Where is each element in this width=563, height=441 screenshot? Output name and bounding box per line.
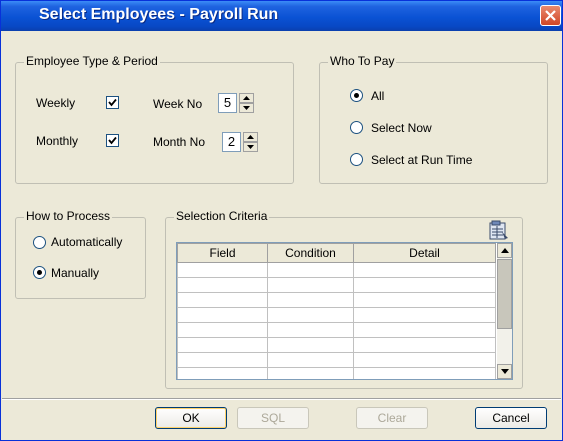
cancel-button[interactable]: Cancel [475, 407, 547, 429]
week-no-label: Week No [153, 97, 203, 111]
selection-criteria-grid[interactable]: Field Condition Detail [176, 242, 513, 380]
field-column-header[interactable]: Field [177, 243, 268, 263]
payroll-run-dialog: Select Employees - Payroll Run Employee … [0, 0, 563, 441]
table-row[interactable] [177, 277, 496, 293]
close-icon [545, 10, 556, 21]
month-no-up-button[interactable] [243, 132, 258, 142]
ok-button[interactable]: OK [155, 407, 227, 429]
grid-options-icon[interactable] [489, 220, 510, 241]
select-now-label: Select Now [371, 121, 432, 135]
window-title: Select Employees - Payroll Run [39, 6, 279, 23]
select-at-run-time-label: Select at Run Time [371, 153, 473, 167]
automatically-radio[interactable] [33, 236, 46, 249]
all-label: All [371, 89, 385, 103]
checkmark-icon [108, 136, 117, 145]
grid-scrollbar[interactable] [497, 243, 512, 379]
table-row[interactable] [177, 307, 496, 323]
table-row[interactable] [177, 352, 496, 368]
condition-column-header[interactable]: Condition [267, 243, 354, 263]
month-no-field[interactable]: 2 [222, 132, 241, 152]
monthly-checkbox[interactable] [106, 134, 119, 147]
week-no-spinner[interactable] [239, 93, 254, 113]
manually-radio[interactable] [33, 266, 46, 279]
select-at-run-time-radio[interactable] [350, 153, 363, 166]
monthly-label: Monthly [36, 134, 79, 148]
who-to-pay-legend: Who To Pay [328, 54, 397, 68]
selection-criteria-legend: Selection Criteria [174, 209, 270, 223]
checkmark-icon [108, 98, 117, 107]
sql-button[interactable]: SQL [237, 407, 309, 429]
weekly-checkbox[interactable] [106, 96, 119, 109]
table-row[interactable] [177, 292, 496, 308]
button-separator [2, 398, 561, 400]
arrow-down-icon [247, 145, 254, 149]
arrow-up-icon [243, 96, 250, 100]
scroll-up-button[interactable] [497, 243, 512, 258]
title-bar[interactable]: Select Employees - Payroll Run [1, 1, 562, 31]
employee-type-period-group: Employee Type & Period [15, 54, 294, 184]
scroll-down-button[interactable] [497, 364, 512, 379]
arrow-up-icon [501, 248, 509, 253]
automatically-label: Automatically [51, 235, 123, 249]
all-radio[interactable] [350, 89, 363, 102]
table-row[interactable] [177, 262, 496, 278]
clear-button[interactable]: Clear [356, 407, 428, 429]
how-to-process-legend: How to Process [24, 209, 113, 223]
table-row[interactable] [177, 337, 496, 353]
arrow-down-icon [243, 106, 250, 110]
manually-label: Manually [51, 266, 100, 280]
arrow-up-icon [247, 135, 254, 139]
table-row[interactable] [177, 322, 496, 338]
week-no-up-button[interactable] [239, 93, 254, 103]
month-no-down-button[interactable] [243, 142, 258, 152]
week-no-down-button[interactable] [239, 103, 254, 113]
select-now-radio[interactable] [350, 121, 363, 134]
weekly-label: Weekly [36, 96, 76, 110]
month-no-spinner[interactable] [243, 132, 258, 152]
scroll-thumb[interactable] [497, 259, 512, 329]
close-button[interactable] [540, 5, 561, 26]
arrow-down-icon [501, 369, 509, 374]
week-no-field[interactable]: 5 [218, 93, 237, 113]
table-row[interactable] [177, 367, 496, 379]
employee-type-period-legend: Employee Type & Period [24, 54, 160, 68]
month-no-label: Month No [153, 135, 206, 149]
detail-column-header[interactable]: Detail [353, 243, 496, 263]
how-to-process-group: How to Process [15, 209, 146, 299]
